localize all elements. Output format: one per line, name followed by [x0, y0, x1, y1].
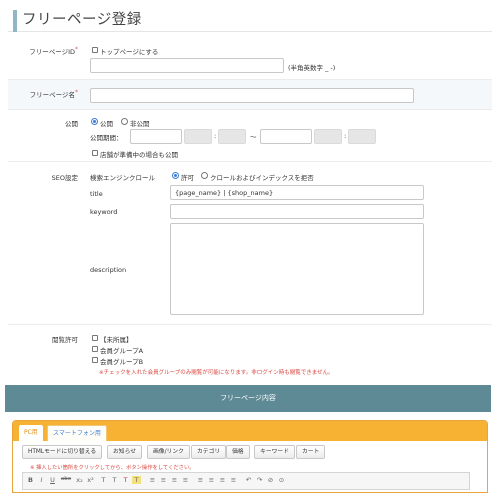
underline-icon[interactable]: U	[48, 476, 57, 484]
publish-start-hour[interactable]	[184, 129, 212, 144]
title-accent-bar	[13, 10, 17, 32]
image-link-button[interactable]: 画像/リンク	[147, 445, 190, 459]
publish-end-date[interactable]	[260, 129, 312, 144]
publish-label: 公開	[65, 120, 78, 128]
top-page-checkbox-label: トップページにする	[100, 48, 159, 56]
required-mark: *	[75, 89, 78, 96]
period-tilde: 〜	[250, 133, 257, 141]
text-background-icon[interactable]: T	[132, 476, 141, 484]
publish-start-minute[interactable]	[218, 129, 246, 144]
page-name-input[interactable]	[90, 88, 414, 103]
text-format-icon[interactable]: T	[99, 476, 108, 484]
align-left-icon[interactable]: ≡	[148, 476, 157, 484]
publish-private-radio[interactable]	[121, 118, 128, 125]
strikethrough-icon[interactable]: abe	[59, 476, 73, 482]
crawl-label: 検索エンジンクロール	[90, 174, 155, 182]
seo-keyword-input[interactable]	[170, 204, 424, 219]
tab-pc[interactable]: PC用	[19, 425, 43, 441]
unordered-list-icon[interactable]: ≡	[207, 476, 216, 484]
group-checkbox-unassigned[interactable]	[92, 335, 98, 341]
text-color-icon[interactable]: T	[121, 476, 130, 484]
publish-private-label: 非公開	[130, 120, 150, 128]
remove-format-icon[interactable]: ⊘	[266, 476, 275, 484]
content-section-title: フリーページ内容	[5, 385, 491, 412]
align-right-icon[interactable]: ≡	[170, 476, 179, 484]
publish-public-label: 公開	[100, 120, 113, 128]
time-colon: :	[214, 132, 217, 140]
access-note: ※チェックを入れた会員グループのみ閲覧が可能になります。非ログイン時も閲覧できま…	[99, 370, 334, 376]
html-mode-button[interactable]: HTMLモードに切り替える	[22, 445, 103, 459]
access-row: 閲覧許可 【未所属】 会員グループA 会員グループB ※チェックを入れた会員グル…	[8, 325, 492, 382]
time-colon: :	[344, 132, 347, 140]
align-justify-icon[interactable]: ≡	[181, 476, 190, 484]
crawl-allow-radio[interactable]	[172, 172, 179, 179]
group-checkbox-a[interactable]	[92, 346, 98, 352]
publish-public-radio[interactable]	[91, 118, 98, 125]
keyword-button[interactable]: キーワード	[254, 445, 295, 459]
crawl-deny-radio[interactable]	[201, 172, 208, 179]
closed-store-label: 店舗が準備中の場合も公開	[100, 151, 178, 159]
text-size-icon[interactable]: T	[110, 476, 119, 484]
page-id-input[interactable]	[90, 58, 284, 73]
outdent-icon[interactable]: ≡	[218, 476, 227, 484]
page-header: フリーページ登録	[8, 4, 492, 32]
align-center-icon[interactable]: ≡	[159, 476, 168, 484]
closed-store-checkbox[interactable]	[92, 150, 98, 156]
group-label-unassigned: 【未所属】	[100, 336, 133, 344]
cart-button[interactable]: カート	[296, 445, 326, 459]
bold-icon[interactable]: B	[26, 476, 35, 484]
seo-title-label: title	[90, 190, 103, 198]
seo-label: SEO設定	[51, 174, 78, 182]
seo-keyword-label: keyword	[90, 208, 118, 216]
subscript-icon[interactable]: x₂	[75, 476, 84, 484]
news-button[interactable]: お知らせ	[107, 445, 143, 459]
publish-end-minute[interactable]	[348, 129, 376, 144]
price-button[interactable]: 価格	[226, 445, 250, 459]
seo-title-input[interactable]: {page_name} | {shop_name}	[170, 185, 424, 200]
seo-row: SEO設定 検索エンジンクロール 許可 クロールおよびインデックスを拒否 tit…	[8, 162, 492, 325]
redo-icon[interactable]: ↷	[255, 476, 264, 484]
group-label-a: 会員グループA	[100, 347, 144, 355]
page-id-hint: (半角英数字 _ -)	[288, 64, 336, 72]
group-checkbox-b[interactable]	[92, 357, 98, 363]
seo-description-label: description	[90, 266, 127, 274]
crawl-deny-label: クロールおよびインデックスを拒否	[210, 174, 314, 182]
indent-icon[interactable]: ≡	[229, 476, 238, 484]
page-id-label: フリーページID*	[29, 46, 78, 56]
publish-row: 公開 公開 非公開 公開期間： : 〜 : 店舗が準備中の場合も公開	[8, 110, 492, 162]
superscript-icon[interactable]: x²	[86, 476, 95, 484]
tab-smartphone[interactable]: スマートフォン用	[47, 425, 107, 441]
page-id-row: フリーページID* トップページにする (半角英数字 _ -)	[8, 40, 492, 80]
content-tabs-header: PC用 スマートフォン用	[13, 421, 487, 441]
editor-note: ※ 挿入したい箇所をクリックしてから、ボタン操作をしてください。	[30, 465, 195, 471]
publish-end-hour[interactable]	[314, 129, 342, 144]
preview-icon[interactable]: ⊙	[277, 476, 286, 484]
publish-period-label: 公開期間：	[90, 134, 123, 142]
category-button[interactable]: カテゴリ	[191, 445, 227, 459]
seo-description-textarea[interactable]	[170, 223, 424, 315]
undo-icon[interactable]: ↶	[244, 476, 253, 484]
crawl-allow-label: 許可	[181, 174, 194, 182]
italic-icon[interactable]: I	[37, 476, 46, 484]
top-page-checkbox[interactable]	[92, 47, 98, 53]
page-name-label: フリーページ名*	[29, 89, 78, 99]
access-label: 閲覧許可	[52, 336, 78, 344]
required-mark: *	[75, 46, 78, 53]
page-title: フリーページ登録	[22, 12, 142, 28]
page-name-row: フリーページ名*	[8, 80, 492, 110]
ordered-list-icon[interactable]: ≡	[196, 476, 205, 484]
group-label-b: 会員グループB	[100, 358, 144, 366]
publish-start-date[interactable]	[130, 129, 182, 144]
